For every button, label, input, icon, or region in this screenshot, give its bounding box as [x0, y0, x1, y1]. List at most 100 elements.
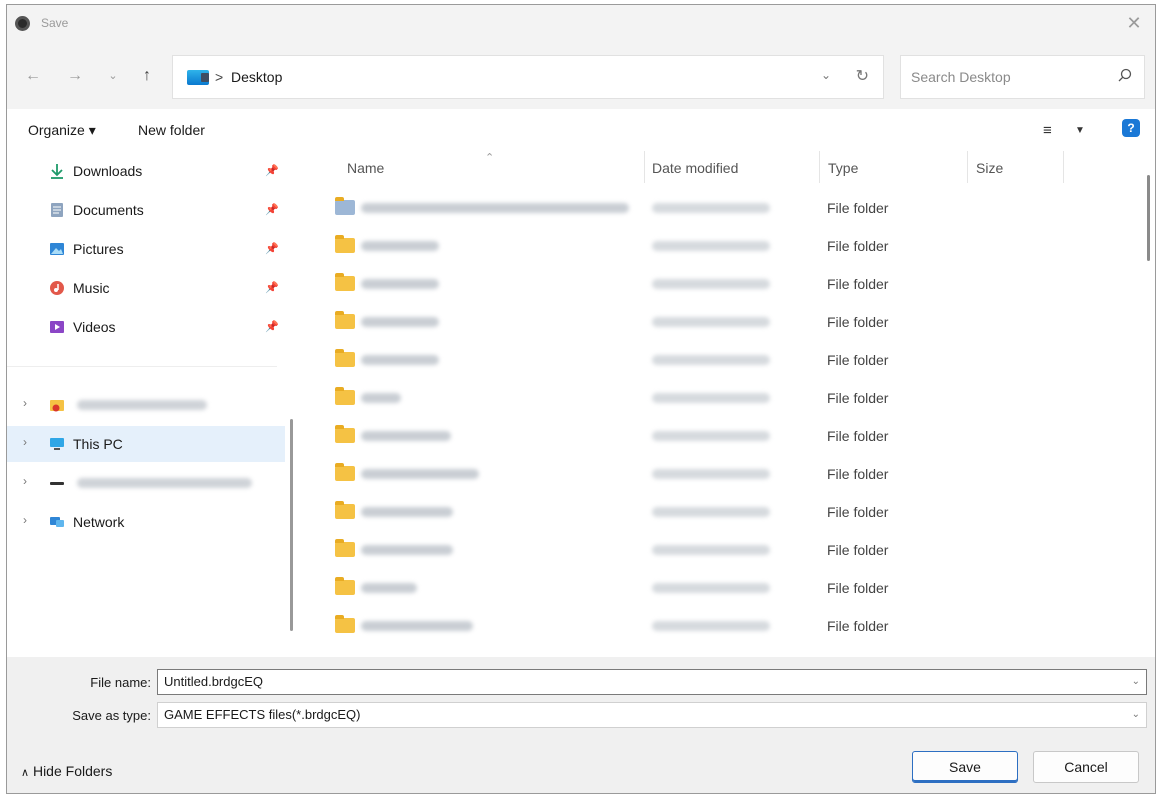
- redacted-date: [652, 583, 770, 593]
- chevron-down-icon[interactable]: ⌄: [1132, 670, 1140, 694]
- sidebar-item-label: This PC: [73, 436, 123, 452]
- file-list-scrollbar[interactable]: [1147, 175, 1150, 261]
- list-item[interactable]: File folder: [327, 455, 1027, 493]
- search-icon[interactable]: [1118, 68, 1132, 82]
- list-item[interactable]: File folder: [327, 417, 1027, 455]
- list-item[interactable]: File folder: [327, 303, 1027, 341]
- column-header-name[interactable]: Name: [347, 160, 384, 176]
- hide-folders-button[interactable]: ∧ Hide Folders: [21, 763, 112, 779]
- list-item[interactable]: File folder: [327, 227, 1027, 265]
- pin-icon[interactable]: 📌: [265, 320, 279, 333]
- column-header-type[interactable]: Type: [828, 160, 858, 176]
- save-as-type-select[interactable]: GAME EFFECTS files(*.brdgcEQ) ⌄: [157, 702, 1147, 728]
- redacted-date: [652, 317, 770, 327]
- list-item[interactable]: File folder: [327, 531, 1027, 569]
- folder-icon: [335, 235, 355, 253]
- pin-icon[interactable]: 📌: [265, 203, 279, 216]
- help-icon[interactable]: ?: [1122, 119, 1140, 137]
- videos-icon: [50, 321, 64, 333]
- redacted-filename: [361, 469, 479, 479]
- breadcrumb-desktop[interactable]: Desktop: [231, 69, 282, 85]
- file-type: File folder: [827, 542, 889, 558]
- new-folder-button[interactable]: New folder: [138, 122, 205, 138]
- redacted-date: [652, 431, 770, 441]
- column-header-size[interactable]: Size: [976, 160, 1003, 176]
- column-divider[interactable]: [644, 151, 645, 183]
- drive-icon: [50, 482, 64, 485]
- organize-button[interactable]: Organize ▾: [28, 122, 96, 139]
- folder-icon: [335, 311, 355, 329]
- nav-scrollbar[interactable]: [290, 419, 293, 631]
- breadcrumb-separator: >: [215, 69, 224, 85]
- redacted-filename: [361, 621, 473, 631]
- sidebar-item-label: Pictures: [73, 241, 124, 257]
- protected-folder-icon: [335, 197, 355, 215]
- list-item[interactable]: File folder: [327, 189, 1027, 227]
- pictures-icon: [50, 243, 64, 255]
- sidebar-item-label: Downloads: [73, 163, 143, 179]
- cloud-folder-icon: [50, 400, 64, 412]
- redacted-filename: [361, 241, 439, 251]
- sidebar-item-downloads[interactable]: Downloads 📌: [7, 153, 285, 189]
- close-icon[interactable]: ✕: [1123, 12, 1145, 34]
- folder-icon: [335, 539, 355, 557]
- sidebar-item-videos[interactable]: Videos 📌: [7, 309, 285, 345]
- sidebar-item-network[interactable]: › Network: [7, 504, 285, 540]
- chevron-right-icon[interactable]: ›: [23, 513, 27, 527]
- redacted-filename: [361, 507, 453, 517]
- chevron-right-icon[interactable]: ›: [23, 435, 27, 449]
- computer-icon: [50, 438, 64, 450]
- column-divider[interactable]: [967, 151, 968, 183]
- pin-icon[interactable]: 📌: [265, 242, 279, 255]
- column-divider[interactable]: [819, 151, 820, 183]
- sidebar-item-cloud-files[interactable]: ›: [7, 387, 285, 423]
- recent-locations-chevron-icon[interactable]: ⌄: [101, 65, 125, 87]
- chevron-right-icon[interactable]: ›: [23, 474, 27, 488]
- file-type: File folder: [827, 428, 889, 444]
- list-item[interactable]: File folder: [327, 265, 1027, 303]
- file-name-value: Untitled.brdgcEQ: [164, 674, 263, 689]
- address-bar[interactable]: > Desktop ⌄ ↻: [172, 55, 884, 99]
- list-item[interactable]: File folder: [327, 379, 1027, 417]
- sidebar-item-usb-drive[interactable]: ›: [7, 465, 285, 501]
- back-arrow-icon[interactable]: ←: [21, 65, 45, 87]
- chevron-right-icon[interactable]: ›: [23, 396, 27, 410]
- search-input[interactable]: Search Desktop: [900, 55, 1145, 99]
- file-name-label: File name:: [90, 675, 151, 690]
- document-icon: [51, 203, 63, 217]
- list-item[interactable]: File folder: [327, 341, 1027, 379]
- sidebar-item-pictures[interactable]: Pictures 📌: [7, 231, 285, 267]
- command-bar: Organize ▾ New folder ≡ ▼: [7, 109, 1155, 151]
- refresh-icon[interactable]: ↻: [856, 66, 869, 86]
- sidebar-item-documents[interactable]: Documents 📌: [7, 192, 285, 228]
- list-item[interactable]: File folder: [327, 493, 1027, 531]
- up-arrow-icon[interactable]: ↑: [135, 65, 159, 87]
- redacted-label: [77, 478, 252, 488]
- list-item[interactable]: File folder: [327, 607, 1027, 645]
- pin-icon[interactable]: 📌: [265, 281, 279, 294]
- file-type: File folder: [827, 390, 889, 406]
- file-name-input[interactable]: Untitled.brdgcEQ ⌄: [157, 669, 1147, 695]
- app-icon: [15, 16, 30, 31]
- address-dropdown-icon[interactable]: ⌄: [821, 68, 831, 82]
- list-item[interactable]: File folder: [327, 569, 1027, 607]
- cancel-button[interactable]: Cancel: [1033, 751, 1139, 783]
- redacted-filename: [361, 545, 453, 555]
- save-button[interactable]: Save: [912, 751, 1018, 783]
- file-type: File folder: [827, 314, 889, 330]
- pin-icon[interactable]: 📌: [265, 164, 279, 177]
- column-header-date-modified[interactable]: Date modified: [652, 160, 738, 176]
- sidebar-item-music[interactable]: Music 📌: [7, 270, 285, 306]
- chevron-down-icon[interactable]: ⌄: [1132, 703, 1140, 727]
- column-divider[interactable]: [1063, 151, 1064, 183]
- sidebar-item-this-pc[interactable]: › This PC: [7, 426, 285, 462]
- window-title: Save: [41, 16, 69, 30]
- dialog-footer: File name: Untitled.brdgcEQ ⌄ Save as ty…: [7, 657, 1155, 793]
- file-type: File folder: [827, 466, 889, 482]
- view-options-icon[interactable]: ≡: [1043, 122, 1052, 139]
- redacted-date: [652, 545, 770, 555]
- forward-arrow-icon[interactable]: →: [63, 65, 87, 87]
- view-dropdown-icon[interactable]: ▼: [1075, 125, 1085, 136]
- title-bar: Save ✕: [7, 5, 1155, 43]
- redacted-filename: [361, 279, 439, 289]
